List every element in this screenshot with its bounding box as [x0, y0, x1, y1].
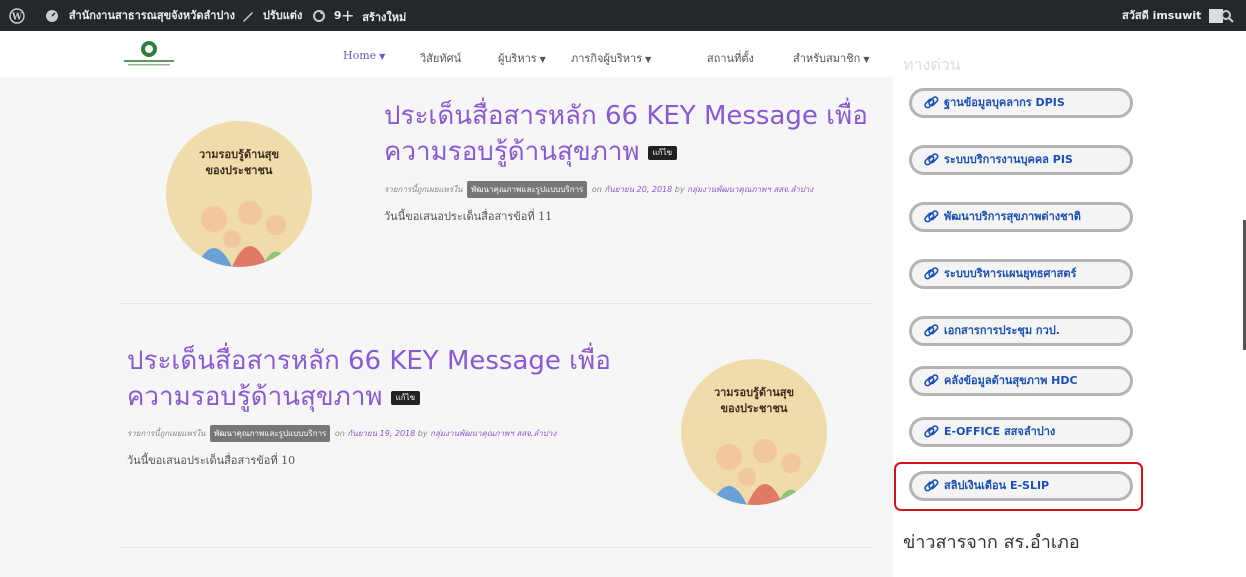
post-title-link[interactable]: ประเด็นสื่อสารหลัก 66 KEY Message เพื่อ … — [127, 343, 667, 415]
nav-item-members[interactable]: สำหรับสมาชิก ▼ — [793, 49, 869, 67]
new-content-link[interactable]: + สร้างใหม่ — [341, 0, 406, 31]
site-name: สำนักงานสาธารณสุขจังหวัดลำปาง — [68, 9, 235, 22]
post-excerpt: วันนี้ขอเสนอประเด็นสื่อสารข้อที่ 10 — [127, 454, 296, 467]
meta-on: on — [334, 429, 345, 438]
refresh-icon — [313, 10, 325, 22]
post-meta: รายการนี้ถูกเผยแพร่ใน พัฒนาคุณภาพและรูปแ… — [127, 425, 556, 442]
quick-link-label: ระบบบริการงานบุคคล PIS — [944, 153, 1073, 166]
meta-prefix: รายการนี้ถูกเผยแพร่ใน — [384, 185, 463, 194]
site-logo[interactable] — [118, 39, 180, 69]
nav-item-location[interactable]: สถานที่ตั้ง — [707, 49, 754, 67]
quick-link-label: ฐานข้อมูลบุคลากร DPIS — [944, 96, 1065, 109]
quick-link-label: E-OFFICE สสจลำปาง — [944, 425, 1056, 438]
category-tag[interactable]: พัฒนาคุณภาพและรูปแบบบริการ — [467, 181, 588, 198]
nav-item-label: ภารกิจผู้บริหาร — [571, 52, 643, 65]
post-date-link[interactable]: กันยายน 20, 2018 — [604, 185, 672, 194]
post-meta: รายการนี้ถูกเผยแพร่ใน พัฒนาคุณภาพและรูปแ… — [384, 181, 813, 198]
author-link[interactable]: กลุ่มงานพัฒนาคุณภาพฯ สสจ.ลำปาง — [687, 185, 813, 194]
quick-link-hdc[interactable]: คลังข้อมูลด้านสุขภาพ HDC — [909, 366, 1133, 396]
caret-down-icon: ▼ — [863, 55, 870, 64]
quick-link-label: ระบบบริหารแผนยุทธศาสตร์ — [944, 267, 1077, 280]
caret-down-icon: ▼ — [379, 52, 386, 61]
e-slip-highlight-box — [894, 462, 1143, 511]
meta-prefix: รายการนี้ถูกเผยแพร่ใน — [127, 429, 206, 438]
link-icon — [924, 153, 939, 166]
meta-on: on — [591, 185, 602, 194]
nav-item-label: ผู้บริหาร — [498, 52, 537, 65]
post-date-link[interactable]: กันยายน 19, 2018 — [347, 429, 415, 438]
news-heading: ข่าวสารจาก สร.อำเภอ — [903, 532, 1080, 553]
category-tag[interactable]: พัฒนาคุณภาพและรูปแบบบริการ — [210, 425, 331, 442]
family-illustration — [196, 201, 290, 267]
customize-link[interactable]: ปรับแต่ง — [241, 0, 302, 31]
post-divider — [120, 547, 872, 548]
main-content: วามรอบรู้ด้านสุข ของประชาชน ประเด็นสื่อส… — [0, 77, 893, 577]
post-title-line: ประเด็นสื่อสารหลัก 66 KEY Message เพื่อ — [384, 101, 868, 131]
post-divider — [120, 303, 872, 304]
post-title-link[interactable]: ประเด็นสื่อสารหลัก 66 KEY Message เพื่อ … — [384, 98, 884, 170]
quick-link-label: เอกสารการประชุม กวป. — [944, 324, 1060, 337]
site-name-link[interactable]: สำนักงานสาธารณสุขจังหวัดลำปาง — [45, 0, 235, 31]
link-icon — [924, 374, 939, 387]
edit-post-button[interactable]: แก้ไข — [390, 390, 421, 405]
brush-icon — [243, 12, 253, 22]
nav-item-label: สถานที่ตั้ง — [707, 52, 754, 65]
admin-bar: W สำนักงานสาธารณสุขจังหวัดลำปาง ปรับแต่ง… — [0, 0, 1246, 31]
quick-link-label: พัฒนาบริการสุขภาพต่างชาติ — [944, 210, 1081, 223]
plus-icon: + — [341, 6, 355, 25]
quick-link-pis[interactable]: ระบบบริการงานบุคคล PIS — [909, 145, 1133, 175]
quick-link-dpis[interactable]: ฐานข้อมูลบุคลากร DPIS — [909, 88, 1133, 118]
post-thumbnail[interactable]: วามรอบรู้ด้านสุข ของประชาชน — [166, 121, 312, 267]
link-icon — [924, 425, 939, 438]
post-thumbnail[interactable]: วามรอบรู้ด้านสุข ของประชาชน — [681, 359, 827, 505]
post-excerpt: วันนี้ขอเสนอประเด็นสื่อสารข้อที่ 11 — [384, 210, 553, 223]
family-illustration — [711, 439, 805, 505]
quick-link-label: คลังข้อมูลด้านสุขภาพ HDC — [944, 374, 1078, 387]
updates-link[interactable]: 9 — [312, 0, 342, 31]
nav-item-home[interactable]: Home ▼ — [343, 49, 385, 62]
nav-item-executive-tasks[interactable]: ภารกิจผู้บริหาร ▼ — [571, 49, 651, 67]
nav-item-label: วิสัยทัศน์ — [420, 52, 462, 65]
dashboard-icon — [46, 10, 58, 22]
caret-down-icon: ▼ — [645, 55, 652, 64]
link-icon — [924, 96, 939, 109]
nav-item-vision[interactable]: วิสัยทัศน์ — [420, 49, 461, 67]
quick-link-meeting-docs[interactable]: เอกสารการประชุม กวป. — [909, 316, 1133, 346]
author-link[interactable]: กลุ่มงานพัฒนาคุณภาพฯ สสจ.ลำปาง — [430, 429, 556, 438]
link-icon — [924, 210, 939, 223]
search-icon[interactable] — [1220, 0, 1234, 31]
customize-label: ปรับแต่ง — [262, 9, 303, 22]
account-link[interactable]: สวัสดี imsuwit — [1122, 0, 1224, 31]
nav-item-executives[interactable]: ผู้บริหาร ▼ — [498, 49, 546, 67]
post-title-line: ความรอบรู้ด้านสุขภาพ — [127, 382, 383, 412]
quick-link-foreign-health[interactable]: พัฒนาบริการสุขภาพต่างชาติ — [909, 202, 1133, 232]
new-label: สร้างใหม่ — [362, 11, 407, 24]
meta-by: by — [674, 185, 685, 194]
nav-item-label: Home — [343, 49, 377, 62]
link-icon — [924, 324, 939, 337]
wordpress-logo-icon[interactable]: W — [9, 0, 25, 31]
post-title-line: ประเด็นสื่อสารหลัก 66 KEY Message เพื่อ — [127, 346, 611, 376]
quick-link-strategy[interactable]: ระบบบริหารแผนยุทธศาสตร์ — [909, 259, 1133, 289]
post-title-line: ความรอบรู้ด้านสุขภาพ — [384, 137, 640, 167]
greeting: สวัสดี imsuwit — [1122, 9, 1202, 22]
nav-item-label: สำหรับสมาชิก — [793, 52, 861, 65]
meta-by: by — [417, 429, 428, 438]
quick-link-e-office[interactable]: E-OFFICE สสจลำปาง — [909, 417, 1133, 447]
svg-text:W: W — [11, 13, 23, 23]
sidebar-heading: ทางด่วน — [903, 55, 961, 74]
edit-post-button[interactable]: แก้ไข — [647, 145, 678, 160]
caret-down-icon: ▼ — [539, 55, 546, 64]
link-icon — [924, 267, 939, 280]
